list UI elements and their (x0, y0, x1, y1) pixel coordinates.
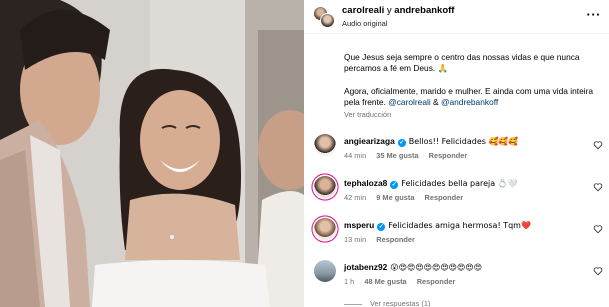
verified-badge-icon: ✓ (390, 181, 399, 189)
comment-body: msperu ✓ Felicidades amiga hermosa! Tqm❤️ (344, 220, 589, 231)
mention-carolreali[interactable]: @carolreali (388, 97, 430, 107)
avatar (320, 13, 335, 28)
comment-body: angiearizaga ✓ Bellos!! Felicidades 🥰🥰🥰 (344, 136, 589, 147)
avatar[interactable] (314, 134, 336, 156)
comment-time[interactable]: 42 min (344, 193, 366, 202)
replies-divider (344, 303, 362, 305)
verified-badge-icon: ✓ (377, 223, 386, 231)
comment-meta: 42 min 9 Me gusta Responder (344, 193, 471, 202)
comment-meta: 44 min 35 Me gusta Responder (344, 151, 475, 160)
heart-icon[interactable] (593, 266, 603, 276)
comment-item: tephaloza8 ✓ Felicidades bella pareja 💍🤍 4… (304, 176, 609, 216)
comment-text: Bellos!! Felicidades 🥰🥰🥰 (408, 137, 519, 146)
comment-likes[interactable]: 9 Me gusta (376, 193, 414, 202)
comment-likes[interactable]: 48 Me gusta (364, 277, 406, 286)
avatar[interactable] (314, 176, 336, 198)
post-detail-panel: carolreali y andrebankoff Audio original… (304, 0, 609, 307)
post-header: carolreali y andrebankoff Audio original… (304, 0, 609, 34)
more-horizontal-icon[interactable]: ··· (587, 7, 602, 22)
comment-likes[interactable]: 35 Me gusta (376, 151, 418, 160)
comment-time[interactable]: 13 min (344, 235, 366, 244)
comment-meta: 1 h 48 Me gusta Responder (344, 277, 463, 286)
reply-button[interactable]: Responder (425, 193, 464, 202)
view-replies-label[interactable]: Ver respuestas (1) (370, 299, 430, 307)
post-authors: carolreali y andrebankoff (342, 5, 454, 16)
verified-badge-icon: ✓ (397, 139, 406, 147)
comment-username[interactable]: jotabenz92 (344, 262, 387, 272)
reply-button[interactable]: Responder (376, 235, 415, 244)
caption-ampersand: & (433, 96, 439, 107)
heart-icon[interactable] (593, 182, 603, 192)
avatar[interactable] (314, 260, 336, 282)
view-replies-link[interactable]: Ver respuestas (1) (344, 299, 430, 307)
comment-meta: 13 min Responder (344, 235, 423, 244)
heart-icon[interactable] (593, 224, 603, 234)
comment-text: Felicidades bella pareja 💍🤍 (401, 179, 518, 188)
reply-button[interactable]: Responder (417, 277, 456, 286)
authors-conjunction: y (386, 5, 392, 16)
comment-time[interactable]: 44 min (344, 151, 366, 160)
heart-icon[interactable] (593, 140, 603, 150)
audio-link[interactable]: Audio original (342, 19, 387, 28)
comment-body: tephaloza8 ✓ Felicidades bella pareja 💍🤍 (344, 178, 589, 189)
reply-button[interactable]: Responder (429, 151, 468, 160)
comment-item: jotabenz92 😮😍😍😍😍😍😍😍😍😍😍 1 h 48 Me gusta Re… (304, 260, 609, 300)
comment-username[interactable]: msperu (344, 220, 374, 230)
collab-avatars[interactable] (313, 6, 335, 28)
comment-body: jotabenz92 😮😍😍😍😍😍😍😍😍😍😍 (344, 262, 589, 273)
comment-item: msperu ✓ Felicidades amiga hermosa! Tqm❤️ … (304, 218, 609, 258)
comment-username[interactable]: angiearizaga (344, 136, 395, 146)
comment-item: angiearizaga ✓ Bellos!! Felicidades 🥰🥰🥰 44… (304, 134, 609, 174)
comment-text: 😮😍😍😍😍😍😍😍😍😍😍 (390, 263, 483, 272)
comment-text: Felicidades amiga hermosa! Tqm❤️ (388, 221, 531, 230)
author-link-andrebankoff[interactable]: andrebankoff (394, 5, 454, 16)
post-photo[interactable] (0, 0, 304, 307)
comment-time[interactable]: 1 h (344, 277, 354, 286)
see-translation-link[interactable]: Ver traducción (344, 110, 391, 119)
comment-username[interactable]: tephaloza8 (344, 178, 387, 188)
wedding-photo-image (0, 0, 304, 307)
author-link-carolreali[interactable]: carolreali (342, 5, 384, 16)
caption-line-1: Que Jesus seja sempre o centro das nossa… (344, 52, 580, 74)
mention-andrebankoff[interactable]: @andrebankoff (441, 97, 498, 107)
avatar[interactable] (314, 218, 336, 240)
